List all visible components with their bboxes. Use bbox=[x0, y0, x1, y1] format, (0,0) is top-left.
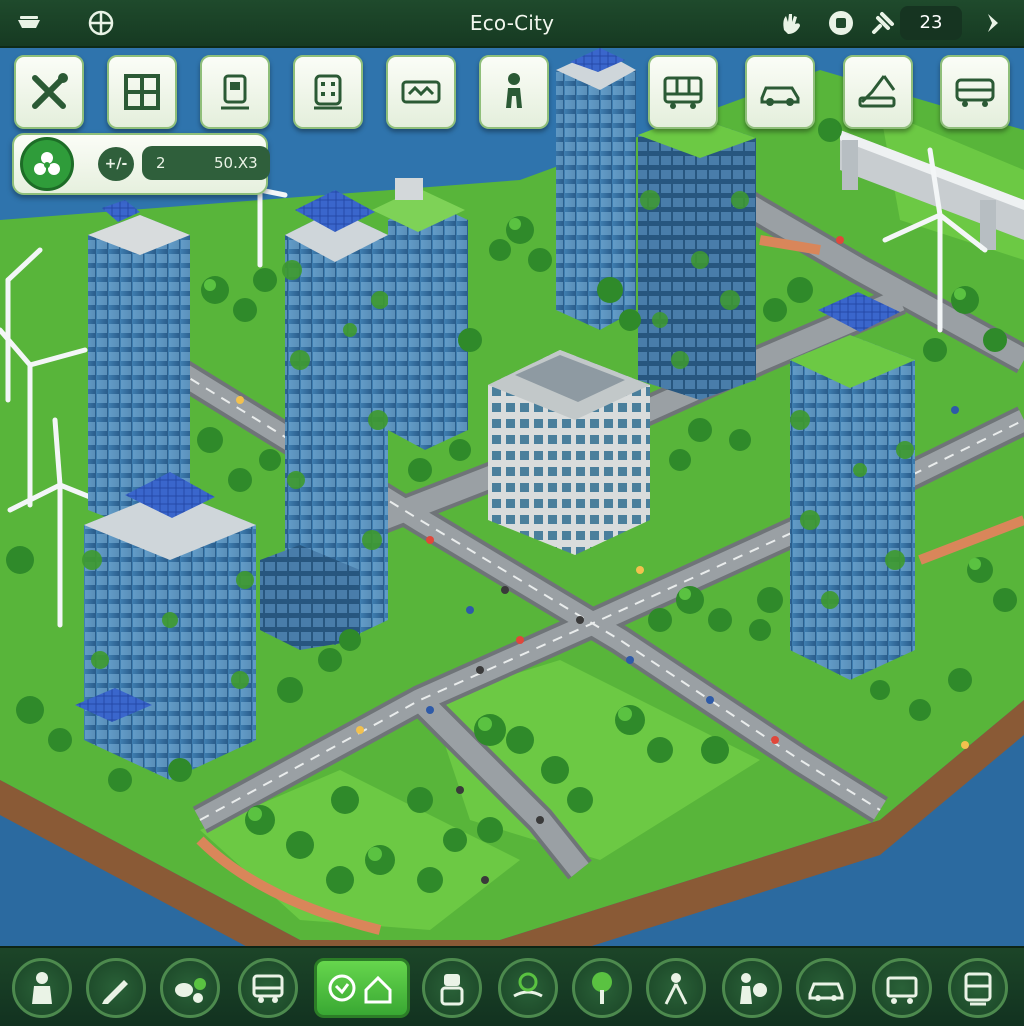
people-icon bbox=[740, 973, 767, 1004]
eco-house-icon bbox=[328, 974, 392, 1004]
robot-icon bbox=[440, 974, 464, 1006]
car-icon bbox=[808, 982, 844, 1001]
arrows-button[interactable]: +/- bbox=[98, 147, 134, 181]
cart-icon bbox=[886, 976, 918, 1004]
bottom-tool-bus[interactable] bbox=[238, 958, 298, 1018]
tool-panel[interactable] bbox=[293, 55, 363, 129]
tree-icon bbox=[592, 972, 612, 1004]
counter-value: 23 bbox=[919, 12, 943, 33]
arrows-icon: +/- bbox=[104, 156, 128, 172]
tool-grid[interactable] bbox=[107, 55, 177, 129]
stat-value-1: 2 bbox=[156, 154, 166, 172]
satellite-icon[interactable] bbox=[868, 8, 898, 38]
bottom-tool-worker[interactable] bbox=[12, 958, 72, 1018]
truck-icon bbox=[955, 78, 995, 107]
bottom-tool-tram[interactable] bbox=[948, 958, 1008, 1018]
compass-icon bbox=[664, 973, 688, 1005]
map-icon bbox=[401, 80, 441, 104]
hand-wave-icon[interactable] bbox=[776, 8, 806, 38]
bottom-tool-recycle[interactable] bbox=[160, 958, 220, 1018]
building-icon bbox=[221, 74, 249, 110]
bottom-tool-tree[interactable] bbox=[572, 958, 632, 1018]
bus-icon bbox=[663, 76, 703, 109]
tools-icon bbox=[32, 73, 68, 109]
tool-car[interactable] bbox=[745, 55, 815, 129]
grid-icon bbox=[124, 74, 160, 110]
stop-icon[interactable] bbox=[826, 8, 856, 38]
eco-score-button[interactable] bbox=[20, 137, 74, 191]
counter-box: 23 bbox=[900, 6, 962, 40]
tool-person[interactable] bbox=[479, 55, 549, 129]
bottom-tool-people[interactable] bbox=[722, 958, 782, 1018]
panel-icon bbox=[314, 74, 342, 110]
leaf-icon bbox=[34, 152, 60, 175]
tool-crane[interactable] bbox=[843, 55, 913, 129]
recycle-icon bbox=[175, 978, 206, 1003]
bottom-tool-compass[interactable] bbox=[646, 958, 706, 1018]
stat-value-2: 50.X3 bbox=[214, 154, 258, 172]
stats-value-pill: 2 50.X3 bbox=[142, 146, 270, 180]
bottom-tool-car[interactable] bbox=[796, 958, 856, 1018]
bus-icon bbox=[252, 974, 284, 1003]
person-icon bbox=[506, 73, 522, 108]
tool-map[interactable] bbox=[386, 55, 456, 129]
tool-tools[interactable] bbox=[14, 55, 84, 129]
arrow-right-icon[interactable] bbox=[978, 8, 1008, 38]
crane-icon bbox=[858, 75, 896, 108]
bottom-tool-robot[interactable] bbox=[422, 958, 482, 1018]
bottom-tool-cart[interactable] bbox=[872, 958, 932, 1018]
tool-truck[interactable] bbox=[940, 55, 1010, 129]
bottom-tool-hand-plant[interactable] bbox=[498, 958, 558, 1018]
worker-icon bbox=[32, 972, 52, 1004]
tram-icon bbox=[964, 972, 992, 1006]
stats-panel: +/- 2 50.X3 bbox=[12, 133, 270, 195]
top-bar: Eco-City 23 bbox=[0, 0, 1024, 48]
car-icon bbox=[760, 86, 800, 106]
bottom-tool-pen[interactable] bbox=[86, 958, 146, 1018]
tool-building[interactable] bbox=[200, 55, 270, 129]
pen-icon bbox=[102, 980, 128, 1004]
tool-bus[interactable] bbox=[648, 55, 718, 129]
bottom-toolbar bbox=[0, 946, 1024, 1026]
bottom-tool-eco-house[interactable] bbox=[314, 958, 410, 1018]
hand-plant-icon bbox=[513, 972, 543, 998]
